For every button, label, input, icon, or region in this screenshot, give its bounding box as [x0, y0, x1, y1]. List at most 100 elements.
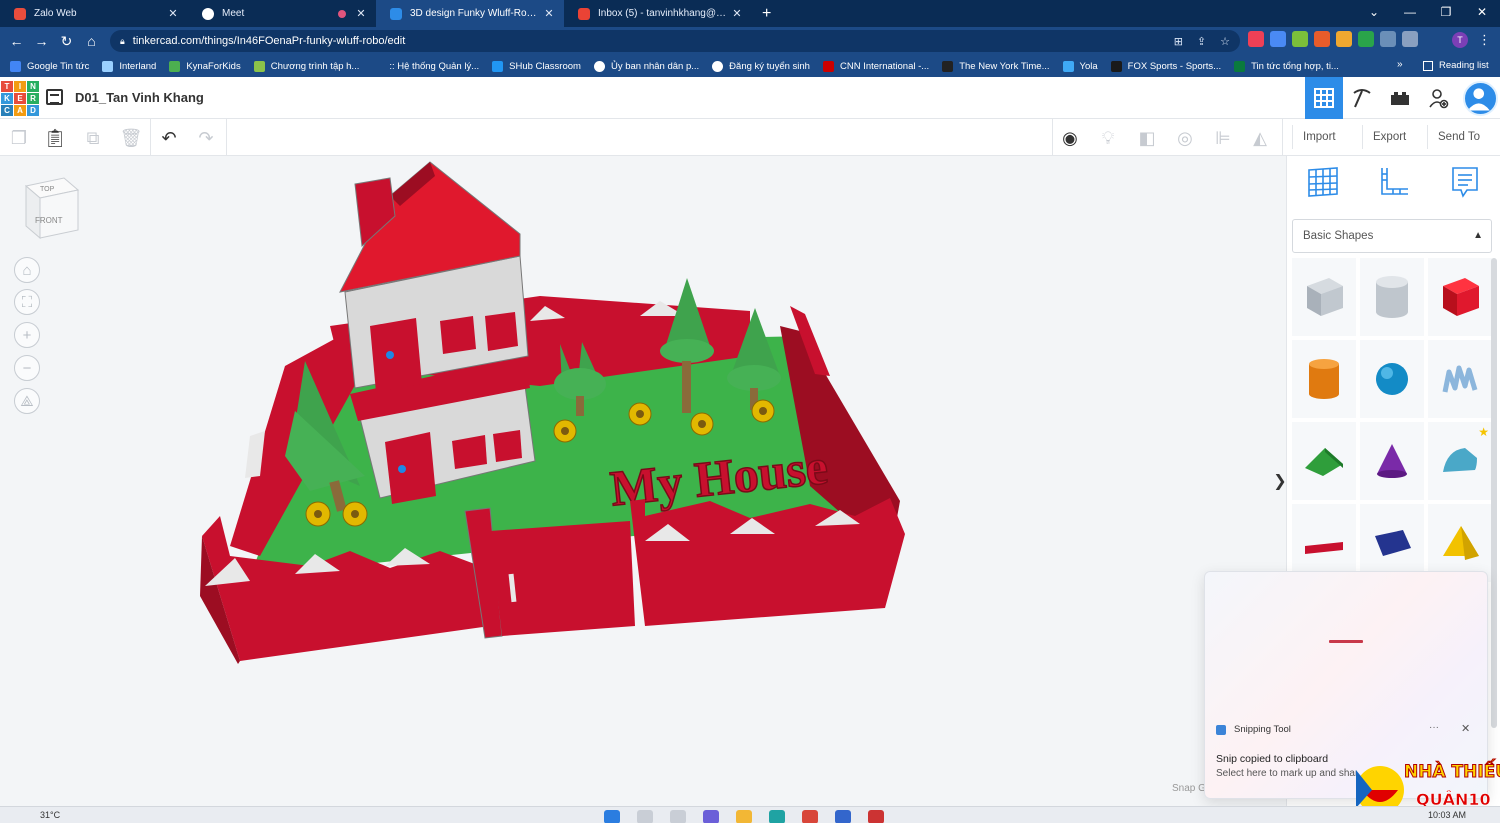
3d-design-mode-button[interactable]	[1305, 77, 1343, 119]
ruler-icon[interactable]	[1376, 164, 1412, 200]
install-icon[interactable]: ⊞	[1174, 35, 1183, 48]
send-to-button[interactable]: Send To	[1427, 125, 1490, 149]
notification-more-button[interactable]: ···	[1429, 722, 1439, 733]
new-tab-button[interactable]: +	[762, 5, 771, 23]
bookmark-item[interactable]: SHub Classroom	[492, 60, 581, 72]
bookmark-item[interactable]: FOX Sports - Sports...	[1110, 60, 1221, 72]
view-cube[interactable]: TOP FRONT	[24, 176, 80, 245]
file-explorer-icon[interactable]	[736, 810, 752, 823]
tinkercad-logo[interactable]: TIN KER CAD	[1, 81, 39, 116]
mirror-icon[interactable]: ◭	[1249, 127, 1271, 149]
close-icon[interactable]: ✕	[166, 7, 180, 20]
lightbulb-icon[interactable]: 💡︎	[1097, 127, 1119, 149]
notes-icon[interactable]: ◉	[1059, 127, 1081, 149]
view-cube-front[interactable]: FRONT	[35, 216, 63, 225]
shape-round-roof[interactable]: ★	[1428, 422, 1492, 500]
bookmark-item[interactable]: Google Tin tức	[10, 60, 89, 72]
workplane-icon[interactable]	[1305, 164, 1341, 200]
start-icon[interactable]	[604, 810, 620, 823]
shape-tool-icon[interactable]: ◧	[1136, 127, 1158, 149]
shape-scribble[interactable]	[1428, 340, 1492, 418]
shape-roof[interactable]	[1292, 422, 1356, 500]
extension-icon[interactable]	[1358, 31, 1374, 47]
notes-panel-icon[interactable]	[1447, 164, 1483, 200]
trash-icon[interactable]: 🗑︎	[120, 127, 143, 149]
share-icon[interactable]: ⇪	[1197, 35, 1206, 48]
minimize-icon[interactable]: —	[1392, 0, 1428, 27]
reading-list-button[interactable]: Reading list	[1423, 60, 1489, 71]
extension-icon[interactable]	[1292, 31, 1308, 47]
panel-scrollbar[interactable]	[1491, 258, 1497, 728]
view-cube-top[interactable]: TOP	[40, 186, 55, 193]
tab-meet[interactable]: Meet ✕	[188, 0, 376, 27]
bookmark-item[interactable]: Interland	[102, 60, 156, 72]
export-button[interactable]: Export	[1362, 125, 1416, 149]
bookmark-item[interactable]: The New York Time...	[942, 60, 1050, 72]
bookmark-item[interactable]: Chương trình tập h...	[253, 60, 359, 72]
blocks-mode-button[interactable]	[1343, 77, 1381, 119]
design-title[interactable]: D01_Tan Vinh Khang	[75, 90, 204, 105]
reload-icon[interactable]: ↻	[54, 33, 79, 50]
pocket-icon[interactable]	[1248, 31, 1264, 47]
close-window-icon[interactable]: ✕	[1464, 0, 1500, 27]
fit-view-icon[interactable]: ⛶	[14, 289, 40, 315]
task-view-icon[interactable]	[670, 810, 686, 823]
bookmark-item[interactable]: CNN International -...	[822, 60, 929, 72]
tab-search-icon[interactable]: ⌄	[1356, 0, 1392, 27]
copy-icon[interactable]: ❐	[8, 127, 30, 149]
bookmark-star-icon[interactable]: ☆	[1220, 35, 1230, 48]
favorite-star-icon[interactable]: ★	[1478, 425, 1489, 439]
edge-icon[interactable]	[769, 810, 785, 823]
store-icon[interactable]	[835, 810, 851, 823]
extension-icon[interactable]	[1336, 31, 1352, 47]
snap-grid-label[interactable]: Snap G	[1172, 783, 1206, 794]
app-icon[interactable]	[868, 810, 884, 823]
import-button[interactable]: Import	[1292, 125, 1346, 149]
bookmark-item[interactable]: Yola	[1062, 60, 1098, 72]
home-view-icon[interactable]: ⌂	[14, 257, 40, 283]
clock[interactable]: 10:03 AM	[1428, 810, 1466, 820]
bookmark-item[interactable]: Tin tức tổng hợp, ti...	[1234, 60, 1339, 72]
shape-library-dropdown[interactable]: Basic Shapes ▲▼	[1292, 219, 1492, 273]
shape-cone[interactable]	[1360, 422, 1424, 500]
perspective-icon[interactable]: ⟁	[14, 388, 40, 414]
extension-icon[interactable]	[1314, 31, 1330, 47]
bookmark-item[interactable]: Ủy ban nhân dân p...	[593, 60, 699, 72]
chat-icon[interactable]	[703, 810, 719, 823]
search-icon[interactable]	[637, 810, 653, 823]
notification-close-button[interactable]: ✕	[1461, 722, 1470, 735]
home-icon[interactable]: ⌂	[79, 33, 104, 49]
chrome-icon[interactable]	[802, 810, 818, 823]
zoom-out-icon[interactable]: −	[14, 355, 40, 381]
undo-icon[interactable]: ↶	[158, 127, 180, 149]
tab-zalo[interactable]: Zalo Web ✕	[0, 0, 188, 27]
weather-widget[interactable]: 31°C	[40, 810, 60, 820]
align-icon[interactable]: ⊫	[1212, 127, 1234, 149]
profile-avatar[interactable]: T	[1452, 32, 1468, 48]
maximize-icon[interactable]: ❐	[1428, 0, 1464, 27]
shape-box[interactable]	[1428, 258, 1492, 336]
forward-icon[interactable]: →	[29, 33, 54, 49]
bookmark-item[interactable]: KynaForKids	[169, 60, 241, 72]
shape-sphere[interactable]	[1360, 340, 1424, 418]
translate-icon[interactable]	[1270, 31, 1286, 47]
user-avatar[interactable]	[1463, 81, 1498, 116]
shape-box-hole[interactable]	[1292, 258, 1356, 336]
design-list-icon[interactable]	[46, 89, 63, 105]
hole-tool-icon[interactable]: ◎	[1174, 127, 1196, 149]
zoom-in-icon[interactable]: +	[14, 322, 40, 348]
bookmarks-overflow-button[interactable]: »	[1397, 59, 1403, 70]
house-model[interactable]: My House	[190, 156, 920, 676]
tab-tinkercad[interactable]: 3D design Funky Wluff-Robo | Tinkercad ✕	[376, 0, 564, 27]
url-bar[interactable]: 🔒︎ tinkercad.com/things/In46FOenaPr-funk…	[110, 30, 1240, 52]
close-icon[interactable]: ✕	[542, 7, 556, 20]
workplane[interactable]: TOP FRONT ⌂ ⛶ + − ⟁ My House Snap G ❯	[0, 156, 1287, 806]
invite-user-button[interactable]	[1419, 77, 1457, 119]
tab-gmail[interactable]: Inbox (5) - tanvinhkhang@gmail.com ✕	[564, 0, 752, 27]
duplicate-icon[interactable]: ⧉	[82, 127, 104, 149]
bookmark-item[interactable]: Đăng ký tuyển sinh	[712, 60, 810, 72]
puzzle-icon[interactable]	[1402, 31, 1418, 47]
back-icon[interactable]: ←	[4, 33, 29, 49]
redo-icon[interactable]: ↷	[195, 127, 217, 149]
extension-icon[interactable]	[1380, 31, 1396, 47]
